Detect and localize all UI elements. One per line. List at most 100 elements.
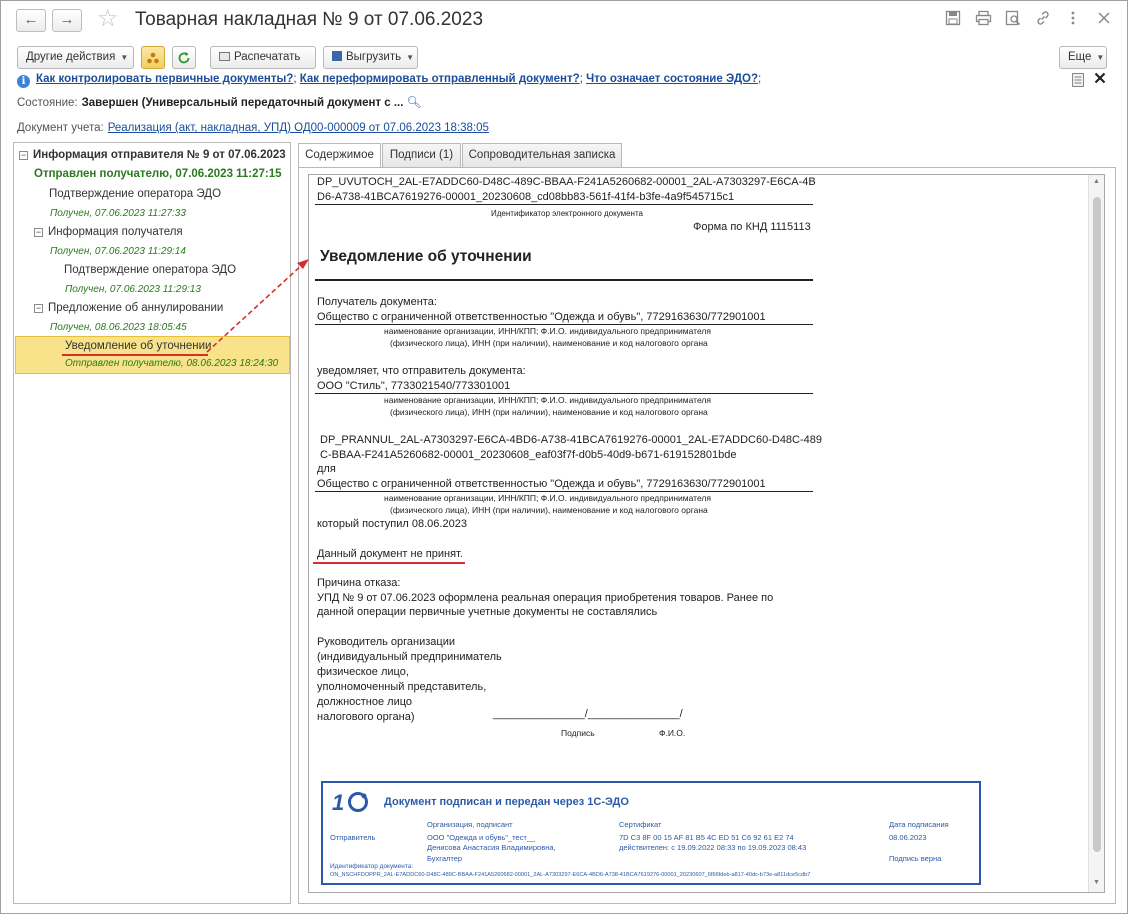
separator: ; [758,73,762,85]
edo-signature-stamp: 1 Документ подписан и передан через 1С-Э… [321,781,981,885]
reason-line-1: УПД № 9 от 07.06.2023 оформлена реальная… [317,592,774,604]
signer-line-2: (индивидуальный предприниматель [317,651,502,663]
stamp-date: 08.06.2023 [889,833,927,842]
separator: ; [579,73,583,85]
recipient2-value: Общество с ограниченной ответственностью… [317,478,766,490]
state-label: Состояние: [17,97,78,109]
doc-id-line-2: D6-A738-41BCA7619276-00001_20230608_cd08… [317,191,735,203]
link-icon[interactable] [1034,10,1052,28]
state-line: Состояние: Завершен (Универсальный переда… [17,95,422,109]
close-icon[interactable] [1095,10,1113,28]
stamp-sign-ok: Подпись верна [889,854,942,863]
separator: ; [293,73,297,85]
tree-node-operator-confirm-1-status: Получен, 07.06.2023 11:27:33 [50,208,186,219]
ref-doc-line-2: C-BBAA-F241A5260682-00001_20230608_eaf03… [320,449,737,461]
tree-node-clarification-notice[interactable]: Уведомление об уточнении [65,340,211,352]
tree-node-recipient-info-status: Получен, 07.06.2023 11:29:14 [50,246,186,257]
tree-node-root-label: Информация отправителя № 9 от 07.06.2023 [33,149,286,161]
signer-line-6: налогового органа) [317,711,415,723]
stamp-org-3: Бухгалтер [427,854,463,863]
chevron-down-icon: ▼ [120,53,129,62]
favorite-star-icon[interactable]: ☆ [97,6,119,32]
scroll-up-icon[interactable]: ▲ [1093,178,1100,185]
1c-logo-icon: 1 [332,791,368,813]
help-link-state[interactable]: Что означает состояние ЭДО? [586,73,758,85]
more-icon[interactable] [1064,10,1082,28]
document-ref-link[interactable]: Реализация (акт, накладная, УПД) ОД00-00… [108,122,489,134]
signer-line-4: уполномоченный представитель, [317,681,487,693]
notifies-text: уведомляет, что отправитель документа: [317,365,526,377]
hierarchy-icon [147,52,159,64]
divider [315,393,813,394]
state-value: Завершен (Универсальный передаточный док… [81,97,404,109]
stamp-col-org: Организация, подписант [427,820,513,829]
scrollbar-thumb[interactable] [1093,197,1101,852]
tree-node-root[interactable]: − Информация отправителя № 9 от 07.06.202… [19,149,286,161]
tree-node-root-status: Отправлен получателю, 07.06.2023 11:27:1… [34,168,282,180]
stamp-id-value: ON_NSCHFDOPPR_2AL-E7ADDC60-D48C-489C-BBA… [330,872,811,878]
reason-line-2: данной операции первичные учетные докуме… [317,606,658,618]
recipient2-caption-1: наименование организации, ИНН/КПП; Ф.И.О… [384,493,711,503]
tab-cover-note[interactable]: Сопроводительная записка [462,143,622,167]
search-icon[interactable]: 🔍︎ [406,95,421,109]
notes-icon[interactable] [1072,73,1084,90]
tree-node-operator-confirm-2[interactable]: Подтверждение оператора ЭДО [64,264,236,276]
help-link-reform[interactable]: Как переформировать отправленный докумен… [300,73,580,85]
stamp-org-1: ООО "Одежда и обувь"_тест__ [427,833,536,842]
stamp-cert-2: действителен: с 19.09.2022 08:33 по 19.0… [619,843,807,852]
close-help-icon[interactable] [1094,72,1106,87]
chevron-down-icon: ▼ [406,53,415,62]
doc-id-caption: Идентификатор электронного документа [491,209,643,218]
divider [315,324,813,325]
help-link-control[interactable]: Как контролировать первичные документы? [36,73,293,85]
preview-icon[interactable] [1004,10,1022,28]
scroll-down-icon[interactable]: ▼ [1093,879,1100,886]
tab-content[interactable]: Содержимое [298,143,381,168]
back-button[interactable]: ← [16,9,46,32]
tree-node-annul-offer-label: Предложение об аннулировании [48,302,224,314]
collapse-icon[interactable]: − [34,228,43,237]
info-icon: i [17,75,30,88]
print-icon[interactable] [974,10,992,28]
print-label: Распечатать [234,51,301,63]
export-label: Выгрузить [346,51,402,63]
refresh-button[interactable] [172,46,196,69]
title-bar: ← → ☆ Товарная накладная № 9 от 07.06.20… [1,1,1127,41]
window-title: Товарная накладная № 9 от 07.06.2023 [135,9,484,30]
tree-node-recipient-info[interactable]: − Информация получателя [34,226,183,238]
reason-label: Причина отказа: [317,577,401,589]
recipient-label: Получатель документа: [317,296,437,308]
signature-lines: _______________/_______________/ [493,708,683,720]
save-icon[interactable] [944,10,962,28]
other-actions-label: Другие действия [26,51,116,63]
red-underline-annotation [313,562,465,564]
print-button[interactable]: Распечатать [210,46,316,69]
document-tree: − Информация отправителя № 9 от 07.06.202… [13,142,291,904]
tab-signatures[interactable]: Подписи (1) [382,143,461,167]
structure-button[interactable] [141,46,165,69]
forward-button[interactable]: → [52,9,82,32]
other-actions-button[interactable]: Другие действия ▼ [17,46,134,69]
help-links-bar: i Как контролировать первичные документы?… [17,73,761,88]
tree-node-clarification-notice-status: Отправлен получателю, 08.06.2023 18:24:3… [65,358,279,369]
received-text: который поступил 08.06.2023 [317,518,467,530]
collapse-icon[interactable]: − [34,304,43,313]
tree-node-annul-offer[interactable]: − Предложение об аннулировании [34,302,223,314]
collapse-icon[interactable]: − [19,151,28,160]
stamp-col-cert: Сертификат [619,820,662,829]
disk-icon [332,51,342,61]
stamp-org-2: Денисова Анастасия Владимировна, [427,843,556,852]
more-button[interactable]: Еще ▼ [1059,46,1107,69]
ref-doc-line-1: DP_PRANNUL_2AL-A7303297-E6CA-4BD6-A738-4… [320,434,823,446]
vertical-scrollbar[interactable]: ▲ ▼ [1088,175,1104,892]
form-code: Форма по КНД 1115113 [693,221,811,233]
tree-node-operator-confirm-1[interactable]: Подтверждение оператора ЭДО [49,188,221,200]
for-text: для [317,463,336,475]
sender-caption-1: наименование организации, ИНН/КПП; Ф.И.О… [384,395,711,405]
tree-node-annul-offer-status: Получен, 08.06.2023 18:05:45 [50,322,187,333]
more-label: Еще [1068,51,1092,63]
export-button[interactable]: Выгрузить ▼ [323,46,418,69]
tree-node-recipient-info-label: Информация получателя [48,226,183,238]
document-ref-label: Документ учета: [17,122,104,134]
chevron-down-icon: ▼ [1096,53,1105,62]
